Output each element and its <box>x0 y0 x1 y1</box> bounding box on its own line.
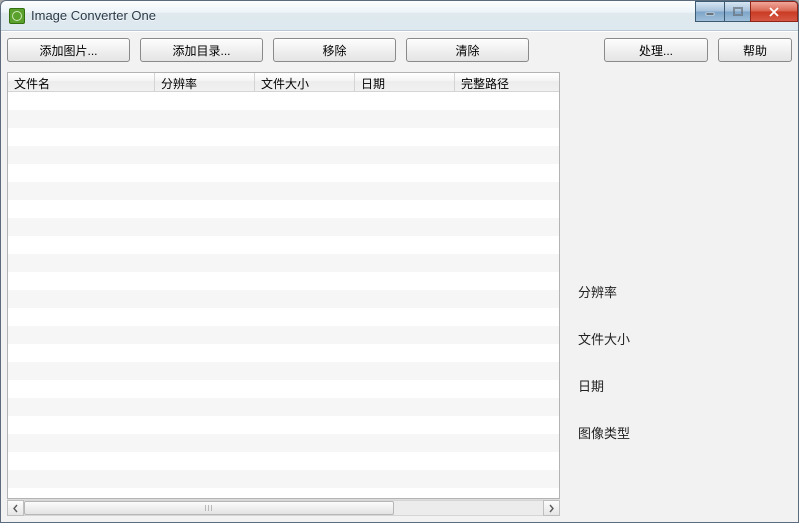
minimize-button[interactable] <box>695 1 725 22</box>
add-folder-button[interactable]: 添加目录... <box>140 38 263 62</box>
arrow-left-icon <box>12 504 19 513</box>
arrow-right-icon <box>548 504 555 513</box>
scroll-right-button[interactable] <box>543 500 560 516</box>
minimize-icon <box>705 7 715 17</box>
help-button[interactable]: 帮助 <box>718 38 792 62</box>
window-title: Image Converter One <box>31 8 156 23</box>
info-resolution-label: 分辨率 <box>578 282 792 301</box>
table-header: 文件名 分辨率 文件大小 日期 完整路径 <box>8 73 559 92</box>
scroll-thumb[interactable] <box>24 501 394 515</box>
client-area: 添加图片... 添加目录... 移除 清除 处理... 帮助 文件名 分辨率 文… <box>1 31 798 522</box>
toolbar: 添加图片... 添加目录... 移除 清除 处理... 帮助 <box>7 38 792 62</box>
maximize-icon <box>733 7 743 17</box>
info-date-label: 日期 <box>578 376 792 395</box>
main-content: 文件名 分辨率 文件大小 日期 完整路径 <box>7 72 792 516</box>
info-filesize-label: 文件大小 <box>578 329 792 348</box>
file-list-pane: 文件名 分辨率 文件大小 日期 完整路径 <box>7 72 560 516</box>
maximize-button[interactable] <box>724 1 751 22</box>
app-window: Image Converter One 添加图片... 添加目录... 移除 清… <box>0 0 799 523</box>
add-image-button[interactable]: 添加图片... <box>7 38 130 62</box>
close-icon <box>768 7 780 17</box>
app-icon <box>9 8 25 24</box>
info-panel: 分辨率 文件大小 日期 图像类型 <box>560 72 792 516</box>
remove-button[interactable]: 移除 <box>273 38 396 62</box>
window-controls <box>696 1 798 22</box>
col-fullpath[interactable]: 完整路径 <box>455 73 545 91</box>
clear-button[interactable]: 清除 <box>406 38 529 62</box>
scroll-track[interactable] <box>24 500 543 516</box>
process-button[interactable]: 处理... <box>604 38 708 62</box>
file-table: 文件名 分辨率 文件大小 日期 完整路径 <box>7 72 560 499</box>
info-imagetype-label: 图像类型 <box>578 423 792 442</box>
close-button[interactable] <box>750 1 798 22</box>
col-date[interactable]: 日期 <box>355 73 455 91</box>
scroll-left-button[interactable] <box>7 500 24 516</box>
col-filename[interactable]: 文件名 <box>8 73 155 91</box>
horizontal-scrollbar[interactable] <box>7 499 560 516</box>
col-resolution[interactable]: 分辨率 <box>155 73 255 91</box>
titlebar[interactable]: Image Converter One <box>1 1 798 31</box>
col-filesize[interactable]: 文件大小 <box>255 73 355 91</box>
table-body[interactable] <box>8 92 559 498</box>
